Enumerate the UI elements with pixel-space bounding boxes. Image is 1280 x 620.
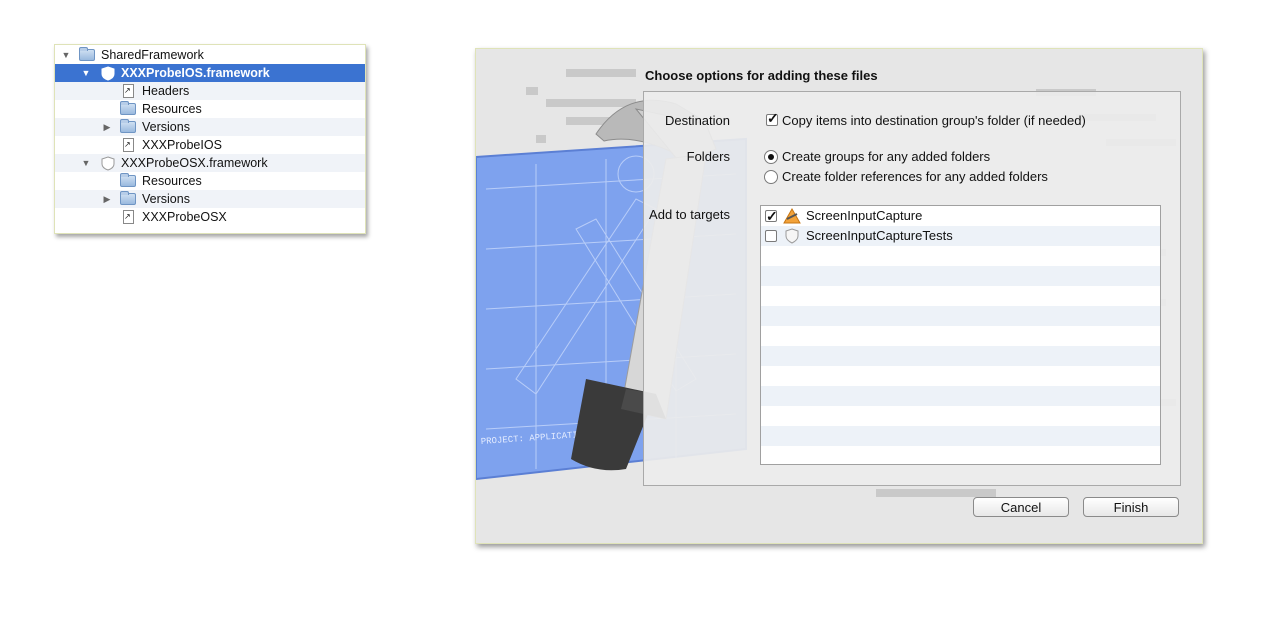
- list-item: [761, 426, 1160, 446]
- list-item: [761, 446, 1160, 464]
- nav-item-xxxprobeosx-framework[interactable]: ▼ XXXProbeOSX.framework: [55, 154, 365, 172]
- disclosure-triangle[interactable]: ▼: [61, 46, 71, 64]
- project-navigator: ▼ SharedFramework ▼ XXXProbeIOS.framewor…: [54, 44, 366, 234]
- nav-item-label: Headers: [142, 84, 190, 98]
- create-groups-label[interactable]: Create groups for any added folders: [782, 149, 990, 164]
- list-item: [761, 326, 1160, 346]
- file-alias-icon: [123, 208, 134, 226]
- folder-icon: [79, 47, 95, 61]
- nav-item-resources[interactable]: Resources: [55, 172, 365, 190]
- folder-icon: [120, 119, 136, 133]
- target-name: ScreenInputCapture: [806, 208, 923, 223]
- list-item: [761, 346, 1160, 366]
- disclosure-triangle[interactable]: ▼: [81, 154, 91, 172]
- nav-item-label: Resources: [142, 102, 202, 116]
- folder-icon: [120, 191, 136, 205]
- list-item: [761, 366, 1160, 386]
- list-item: [761, 306, 1160, 326]
- nav-item-label: Versions: [142, 192, 190, 206]
- nav-item-label: Resources: [142, 174, 202, 188]
- dialog-title: Choose options for adding these files: [645, 68, 878, 83]
- file-alias-icon: [123, 136, 134, 154]
- create-folder-references-radio[interactable]: [764, 170, 778, 184]
- nav-item-resources[interactable]: Resources: [55, 100, 365, 118]
- list-item: [761, 386, 1160, 406]
- target-row[interactable]: ScreenInputCaptureTests: [761, 226, 1160, 246]
- checkmark-icon: ✓: [766, 208, 778, 224]
- finish-button[interactable]: Finish: [1083, 497, 1179, 517]
- create-folder-references-label[interactable]: Create folder references for any added f…: [782, 169, 1048, 184]
- target-checkbox[interactable]: [765, 230, 777, 242]
- disclosure-triangle[interactable]: ▶: [102, 118, 112, 136]
- disclosure-triangle[interactable]: ▼: [81, 64, 91, 82]
- list-item: [761, 406, 1160, 426]
- options-panel: Destination ✓ Copy items into destinatio…: [643, 91, 1181, 486]
- cancel-button[interactable]: Cancel: [973, 497, 1069, 517]
- nav-item-versions[interactable]: ▶ Versions: [55, 190, 365, 208]
- folder-alias-icon: [120, 101, 136, 115]
- checkmark-icon: ✓: [767, 110, 779, 126]
- nav-item-versions[interactable]: ▶ Versions: [55, 118, 365, 136]
- target-name: ScreenInputCaptureTests: [806, 228, 953, 243]
- destination-label: Destination: [664, 113, 730, 128]
- nav-item-label: XXXProbeIOS.framework: [121, 66, 270, 80]
- nav-item-label: Versions: [142, 120, 190, 134]
- create-groups-radio[interactable]: [764, 150, 778, 164]
- add-files-options-dialog: PROJECT: APPLICATION.APP Choose options …: [475, 48, 1203, 544]
- nav-item-headers[interactable]: Headers: [55, 82, 365, 100]
- list-item: [761, 246, 1160, 266]
- nav-item-xxxprobeosx[interactable]: XXXProbeOSX: [55, 208, 365, 226]
- nav-item-label: XXXProbeIOS: [142, 138, 222, 152]
- copy-items-label[interactable]: Copy items into destination group's fold…: [782, 113, 1086, 128]
- nav-item-label: XXXProbeOSX: [142, 210, 227, 224]
- targets-list[interactable]: ✓ ScreenInputCapture ScreenInputCaptureT…: [760, 205, 1161, 465]
- add-to-targets-label: Add to targets: [649, 207, 730, 222]
- nav-item-xxxprobeios[interactable]: XXXProbeIOS: [55, 136, 365, 154]
- list-item: [761, 266, 1160, 286]
- folders-label: Folders: [686, 149, 730, 164]
- list-item: [761, 286, 1160, 306]
- nav-item-sharedframework[interactable]: ▼ SharedFramework: [55, 46, 365, 64]
- copy-items-checkbox[interactable]: ✓: [766, 110, 779, 126]
- folder-alias-icon: [120, 173, 136, 187]
- nav-item-label: SharedFramework: [101, 48, 204, 62]
- nav-item-xxxprobeios-framework[interactable]: ▼ XXXProbeIOS.framework: [55, 64, 365, 82]
- target-checkbox[interactable]: ✓: [765, 208, 778, 224]
- nav-item-label: XXXProbeOSX.framework: [121, 156, 268, 170]
- file-alias-icon: [123, 82, 134, 100]
- target-row[interactable]: ✓ ScreenInputCapture: [761, 206, 1160, 226]
- disclosure-triangle[interactable]: ▶: [102, 190, 112, 208]
